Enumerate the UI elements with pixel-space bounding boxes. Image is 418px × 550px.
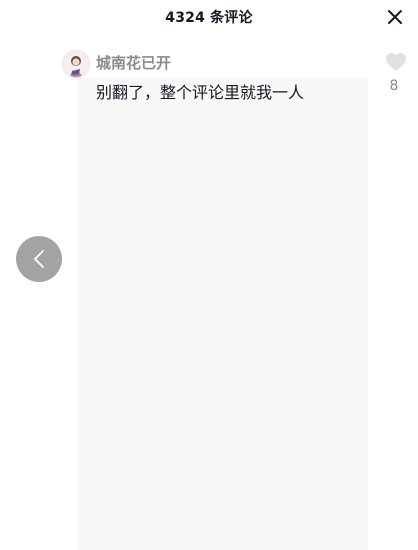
close-icon xyxy=(388,10,402,24)
comment-list-background xyxy=(78,78,368,550)
comments-header: 4324 条评论 xyxy=(0,0,418,34)
close-button[interactable] xyxy=(384,6,406,28)
avatar-image xyxy=(63,51,89,77)
comment-text: 别翻了，整个评论里就我一人 xyxy=(96,83,305,102)
comment-count-title: 4324 条评论 xyxy=(165,10,253,26)
comment-username[interactable]: 城南花已开 xyxy=(96,52,171,73)
like-count: 8 xyxy=(389,78,399,94)
comment-item: 城南花已开 别翻了，整个评论里就我一人 8 xyxy=(62,48,407,108)
avatar[interactable] xyxy=(62,50,90,78)
chevron-left-icon xyxy=(34,250,44,268)
heart-icon xyxy=(386,52,406,72)
like-button[interactable] xyxy=(385,52,407,72)
back-button[interactable] xyxy=(16,236,62,282)
